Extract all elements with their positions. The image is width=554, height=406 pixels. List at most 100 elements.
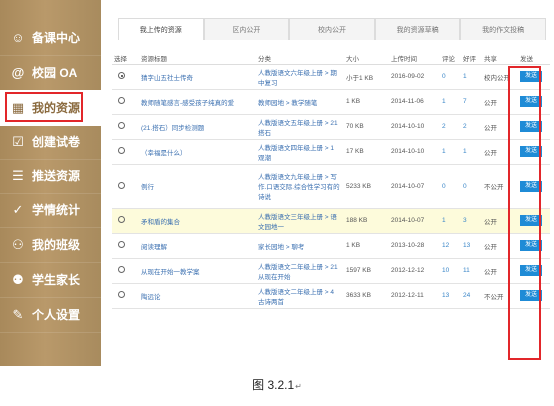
send-cell: 发送: [518, 114, 550, 140]
table-row: 陶远论 人教版语文二年级上册 > 4 古诗两首 3633 KB 2012-12-11 1…: [112, 283, 550, 309]
date-cell: 2013-10-28: [389, 233, 440, 259]
resource-title-link[interactable]: 猜字山五社士传奇: [141, 75, 193, 82]
sidebar-item-0[interactable]: ☺ 备课中心: [0, 20, 101, 56]
resource-title-link[interactable]: 陶远论: [141, 294, 161, 301]
row-radio[interactable]: [118, 291, 125, 298]
select-cell: [112, 139, 139, 165]
sidebar-item-7[interactable]: ⚉ 学生家长: [0, 262, 101, 298]
sidebar-item-label: 我的班级: [32, 238, 81, 252]
size-cell: 3633 KB: [344, 283, 389, 309]
likes-cell: 7: [461, 89, 482, 115]
sidebar-item-6[interactable]: ⚇ 我的班级: [0, 227, 101, 263]
send-button[interactable]: 发送: [520, 146, 542, 157]
send-cell: 发送: [518, 139, 550, 165]
comments-cell-value: 2: [442, 123, 446, 130]
sidebar-item-label: 我的资源: [32, 101, 81, 115]
row-radio[interactable]: [118, 122, 125, 129]
category-link[interactable]: 人教版语文二年级上册 > 4 古诗两首: [258, 289, 334, 306]
share-cell-value: 公开: [484, 124, 497, 132]
comments-cell: 1: [440, 89, 461, 115]
table-row: 猜字山五社士传奇 人教版语文六年级上册 > 期中复习 小于1 KB 2016-09-0…: [112, 64, 550, 90]
column-header: 发送: [518, 52, 550, 65]
send-button[interactable]: 发送: [520, 240, 542, 251]
sidebar-item-label: 学生家长: [32, 273, 81, 287]
likes-cell: 3: [461, 208, 482, 234]
send-button[interactable]: 发送: [520, 71, 542, 82]
sidebar-item-label: 学情统计: [32, 203, 81, 217]
sidebar-item-label: 备课中心: [32, 31, 81, 45]
category-cell: 家长园地 > 聊考: [256, 233, 344, 259]
comments-cell-value: 0: [442, 73, 446, 80]
table-row: 阅读理解 家长园地 > 聊考 1 KB 2013-10-28 12 13 公开 发送: [112, 233, 550, 259]
sidebar-item-5[interactable]: ✓ 学情统计: [0, 192, 101, 228]
row-radio[interactable]: [118, 72, 125, 79]
select-cell: [112, 164, 139, 209]
send-button[interactable]: 发送: [520, 290, 542, 301]
send-button[interactable]: 发送: [520, 215, 542, 226]
send-button[interactable]: 发送: [520, 265, 542, 276]
share-cell-value: 公开: [484, 218, 497, 226]
likes-cell: 0: [461, 164, 482, 209]
resource-title-link[interactable]: 矛和盾的集合: [141, 219, 180, 226]
size-cell-value: 17 KB: [346, 148, 364, 155]
size-cell: 188 KB: [344, 208, 389, 234]
tab-0[interactable]: 我上传的资源: [118, 18, 204, 40]
date-cell-value: 2016-09-02: [391, 73, 425, 80]
date-cell-value: 2014-10-10: [391, 123, 425, 130]
likes-cell-value: 3: [463, 217, 467, 224]
date-cell: 2012-12-12: [389, 258, 440, 284]
category-link[interactable]: 家长园地 > 聊考: [258, 244, 304, 251]
row-radio[interactable]: [118, 97, 125, 104]
category-cell: 人教版语文九年级上册 > 写作.口语交际.综合性学习有的诗说: [256, 164, 344, 209]
sidebar-item-label: 个人设置: [32, 308, 81, 322]
sidebar-item-1[interactable]: @ 校园 OA: [0, 55, 101, 91]
category-link[interactable]: 人教版语文六年级上册 > 期中复习: [258, 70, 337, 87]
category-link[interactable]: 人教版语文三年级上册 > 语文园地一: [258, 214, 337, 231]
row-radio[interactable]: [118, 181, 125, 189]
resource-title-link[interactable]: 例行: [141, 184, 154, 191]
send-button[interactable]: 发送: [520, 96, 542, 107]
size-cell: 1597 KB: [344, 258, 389, 284]
category-link[interactable]: 教师园地 > 教学随笔: [258, 100, 317, 107]
category-link[interactable]: 人教版语文二年级上册 > 21 从现在开始: [258, 264, 338, 281]
sidebar-item-4[interactable]: ☰ 推送资源: [0, 158, 101, 194]
size-cell-value: 1597 KB: [346, 267, 371, 274]
tab-2[interactable]: 校内公开: [289, 18, 375, 40]
sidebar-icon: ▦: [11, 99, 25, 115]
sidebar-item-2[interactable]: ▦ 我的资源: [0, 90, 101, 126]
resource-title-link[interactable]: 阅读理解: [141, 244, 167, 251]
row-radio[interactable]: [118, 266, 125, 273]
date-cell-value: 2014-10-10: [391, 148, 425, 155]
send-button[interactable]: 发送: [520, 121, 542, 132]
resource-title-link[interactable]: 从现在开始一教学案: [141, 269, 200, 276]
resource-title-link[interactable]: （幸福是什么）: [141, 150, 187, 157]
comments-cell: 1: [440, 139, 461, 165]
comments-cell-value: 10: [442, 267, 450, 274]
row-radio[interactable]: [118, 216, 125, 223]
category-link[interactable]: 人教版语文九年级上册 > 写作.口语交际.综合性学习有的诗说: [258, 174, 340, 201]
title-cell: (21.搭石）同步检测题: [139, 114, 256, 140]
row-radio[interactable]: [118, 241, 125, 248]
category-link[interactable]: 人教版语文五年级上册 > 21 搭石: [258, 120, 338, 137]
tab-4[interactable]: 我的作文投稿: [460, 18, 546, 40]
sidebar-icon: ✓: [12, 201, 24, 217]
likes-cell-value: 0: [463, 182, 467, 190]
resource-title-link[interactable]: (21.搭石）同步检测题: [141, 125, 204, 132]
send-button[interactable]: 发送: [520, 180, 542, 192]
share-cell: 公开: [482, 139, 518, 165]
row-radio[interactable]: [118, 147, 125, 154]
tab-3[interactable]: 我的资源草稿: [374, 18, 461, 40]
comments-cell-value: 12: [442, 242, 450, 249]
category-link[interactable]: 人教版语文四年级上册 > 1 观潮: [258, 145, 334, 162]
date-cell: 2014-10-10: [389, 139, 440, 165]
comments-cell: 0: [440, 64, 461, 90]
likes-cell: 11: [461, 258, 482, 284]
likes-cell-value: 1: [463, 73, 467, 80]
resource-title-link[interactable]: 教师随笔感言-感受孩子纯真的爱: [141, 100, 234, 107]
comments-cell-value: 1: [442, 148, 446, 155]
sidebar-item-3[interactable]: ☑ 创建试卷: [0, 124, 101, 160]
date-cell-value: 2013-10-28: [391, 242, 425, 249]
tab-1[interactable]: 区内公开: [203, 18, 290, 40]
size-cell: 5233 KB: [344, 164, 389, 209]
sidebar-item-8[interactable]: ✎ 个人设置: [0, 297, 101, 333]
